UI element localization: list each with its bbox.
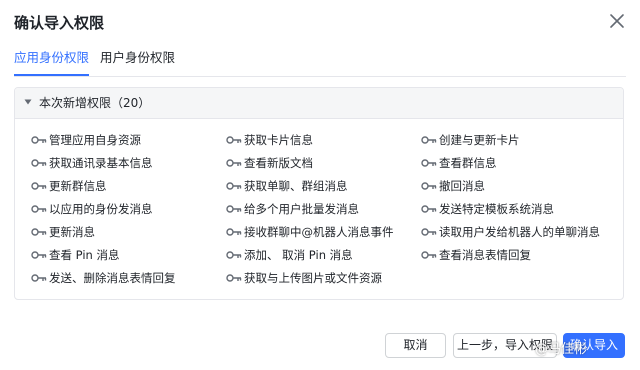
permission-label: 撤回消息 bbox=[439, 179, 485, 193]
key-icon bbox=[31, 135, 47, 145]
permission-item: 发送、删除消息表情回复 bbox=[31, 269, 176, 287]
tab-bar: 应用身份权限 用户身份权限 bbox=[14, 50, 626, 77]
caret-down-icon bbox=[24, 98, 32, 106]
permission-item: 更新群信息 bbox=[31, 177, 107, 195]
permission-label: 更新群信息 bbox=[49, 179, 107, 193]
key-icon bbox=[421, 158, 437, 168]
key-icon bbox=[226, 273, 242, 283]
permission-label: 查看 Pin 消息 bbox=[49, 248, 120, 262]
permission-item: 获取卡片信息 bbox=[226, 131, 313, 149]
permission-label: 管理应用自身资源 bbox=[49, 133, 141, 147]
permission-label: 获取通讯录基本信息 bbox=[49, 156, 153, 170]
previous-step-button[interactable]: 上一步，导入权限 bbox=[453, 333, 557, 358]
permission-item: 查看 Pin 消息 bbox=[31, 246, 119, 264]
permission-item: 发送特定模板系统消息 bbox=[421, 200, 554, 218]
key-icon bbox=[31, 227, 47, 237]
key-icon bbox=[421, 250, 437, 260]
key-icon bbox=[226, 158, 242, 168]
permission-item: 管理应用自身资源 bbox=[31, 131, 141, 149]
key-icon bbox=[226, 250, 242, 260]
permission-item: 获取单聊、群组消息 bbox=[226, 177, 348, 195]
key-icon bbox=[31, 181, 47, 191]
key-icon bbox=[421, 181, 437, 191]
key-icon bbox=[31, 158, 47, 168]
key-icon bbox=[226, 181, 242, 191]
permission-item: 查看新版文档 bbox=[226, 154, 313, 172]
permission-label: 获取单聊、群组消息 bbox=[244, 179, 348, 193]
permission-label: 发送特定模板系统消息 bbox=[439, 202, 554, 216]
permission-item: 以应用的身份发消息 bbox=[31, 200, 153, 218]
permission-item: 更新消息 bbox=[31, 223, 95, 241]
permission-item: 查看群信息 bbox=[421, 154, 497, 172]
key-icon bbox=[31, 273, 47, 283]
key-icon bbox=[31, 250, 47, 260]
dialog-header: 确认导入权限 bbox=[0, 0, 640, 44]
permission-item: 获取与上传图片或文件资源 bbox=[226, 269, 382, 287]
permission-label: 创建与更新卡片 bbox=[439, 133, 520, 147]
section-title: 本次新增权限（20） bbox=[39, 96, 151, 110]
confirm-import-button[interactable]: 确认导入 bbox=[563, 333, 625, 358]
permission-item: 创建与更新卡片 bbox=[421, 131, 520, 149]
permission-item: 查看消息表情回复 bbox=[421, 246, 531, 264]
permission-label: 以应用的身份发消息 bbox=[49, 202, 153, 216]
permission-item: 添加、 取消 Pin 消息 bbox=[226, 246, 353, 264]
permission-label: 查看消息表情回复 bbox=[439, 248, 531, 262]
permission-item: 获取通讯录基本信息 bbox=[31, 154, 153, 172]
key-icon bbox=[226, 135, 242, 145]
key-icon bbox=[226, 204, 242, 214]
dialog-title: 确认导入权限 bbox=[14, 14, 105, 32]
key-icon bbox=[421, 227, 437, 237]
permission-item: 撤回消息 bbox=[421, 177, 485, 195]
permission-label: 接收群聊中@机器人消息事件 bbox=[244, 225, 394, 239]
permission-item: 接收群聊中@机器人消息事件 bbox=[226, 223, 394, 241]
permission-label: 读取用户发给机器人的单聊消息 bbox=[439, 225, 600, 239]
close-icon[interactable] bbox=[608, 12, 626, 30]
permission-label: 添加、 取消 Pin 消息 bbox=[244, 248, 353, 262]
permission-label: 查看新版文档 bbox=[244, 156, 313, 170]
permission-label: 获取与上传图片或文件资源 bbox=[244, 271, 382, 285]
permission-label: 获取卡片信息 bbox=[244, 133, 313, 147]
cancel-button[interactable]: 取消 bbox=[385, 333, 446, 358]
permission-label: 发送、删除消息表情回复 bbox=[49, 271, 176, 285]
permission-label: 更新消息 bbox=[49, 225, 95, 239]
tab-user-identity-permissions[interactable]: 用户身份权限 bbox=[100, 50, 175, 66]
permissions-section-header[interactable]: 本次新增权限（20） bbox=[15, 88, 623, 119]
permission-label: 查看群信息 bbox=[439, 156, 497, 170]
permission-item: 给多个用户批量发消息 bbox=[226, 200, 359, 218]
key-icon bbox=[31, 204, 47, 214]
key-icon bbox=[421, 135, 437, 145]
permission-item: 读取用户发给机器人的单聊消息 bbox=[421, 223, 600, 241]
tab-app-identity-permissions[interactable]: 应用身份权限 bbox=[14, 50, 90, 76]
permissions-panel: 本次新增权限（20） 管理应用自身资源 获取卡片信息 创建与更新卡片获取通讯录基本信… bbox=[14, 87, 624, 300]
permission-label: 给多个用户批量发消息 bbox=[244, 202, 359, 216]
key-icon bbox=[421, 204, 437, 214]
key-icon bbox=[226, 227, 242, 237]
